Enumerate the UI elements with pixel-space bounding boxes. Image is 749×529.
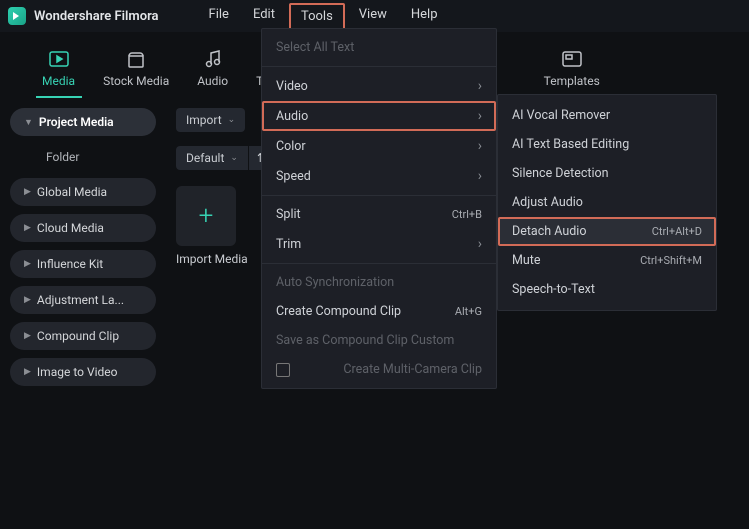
dd-shortcut: Ctrl+B — [452, 208, 482, 221]
tab-templates[interactable]: Templates — [544, 48, 600, 88]
tools-speed[interactable]: Speed — [262, 161, 496, 191]
audio-adjust[interactable]: Adjust Audio — [498, 188, 716, 217]
menu-view[interactable]: View — [349, 3, 397, 30]
default-label: Default — [186, 151, 224, 165]
sidebar-label: Project Media — [39, 115, 114, 129]
tools-save-compound: Save as Compound Clip Custom — [262, 326, 496, 355]
chevron-right-icon: ▶ — [24, 331, 31, 341]
menu-file[interactable]: File — [199, 3, 239, 30]
tab-stock[interactable]: Stock Media — [103, 48, 169, 88]
sidebar-item-influence[interactable]: ▶ Influence Kit — [10, 250, 156, 278]
dd-label: Create Compound Clip — [276, 304, 401, 319]
sidebar-label: Global Media — [37, 185, 107, 199]
chevron-right-icon: ▶ — [24, 295, 31, 305]
dd-label: Audio — [276, 109, 308, 124]
sidebar-label: Image to Video — [37, 365, 118, 379]
camera-icon — [276, 363, 290, 377]
import-card[interactable]: + — [176, 186, 236, 246]
sidebar-item-img2video[interactable]: ▶ Image to Video — [10, 358, 156, 386]
tab-media[interactable]: Media — [42, 48, 75, 88]
sidebar-project-media[interactable]: ▼ Project Media — [10, 108, 156, 136]
dd-label: Create Multi-Camera Clip — [343, 362, 482, 377]
import-label: Import — [186, 113, 222, 127]
menubar: File Edit Tools View Help — [199, 3, 448, 30]
tools-audio[interactable]: Audio — [262, 101, 496, 131]
sidebar-label: Cloud Media — [37, 221, 104, 235]
tools-multi-camera: Create Multi-Camera Clip — [262, 355, 496, 384]
menu-separator — [262, 195, 496, 196]
tab-stock-label: Stock Media — [103, 74, 169, 88]
menu-separator — [262, 263, 496, 264]
chevron-right-icon: ▶ — [24, 187, 31, 197]
audio-speech-to-text[interactable]: Speech-to-Text — [498, 275, 716, 304]
chevron-down-icon: ▼ — [24, 117, 33, 128]
sub-label: Mute — [512, 253, 541, 268]
menu-edit[interactable]: Edit — [243, 3, 285, 30]
tools-select-all-text: Select All Text — [262, 33, 496, 62]
chevron-right-icon: ▶ — [24, 223, 31, 233]
plus-icon: + — [199, 201, 214, 231]
chevron-down-icon: ⌄ — [228, 115, 236, 125]
audio-ai-text-editing[interactable]: AI Text Based Editing — [498, 130, 716, 159]
menu-help[interactable]: Help — [401, 3, 448, 30]
app-logo-icon — [8, 7, 26, 25]
chevron-right-icon: ▶ — [24, 367, 31, 377]
tools-dropdown: Select All Text Video Audio Color Speed … — [261, 28, 497, 389]
media-icon — [48, 48, 70, 70]
tab-media-label: Media — [42, 74, 75, 88]
chevron-right-icon: ▶ — [24, 259, 31, 269]
audio-mute[interactable]: Mute Ctrl+Shift+M — [498, 246, 716, 275]
sidebar-folder[interactable]: Folder — [10, 144, 156, 170]
app-title: Wondershare Filmora — [34, 9, 159, 24]
sidebar-item-cloud[interactable]: ▶ Cloud Media — [10, 214, 156, 242]
sub-shortcut: Ctrl+Shift+M — [640, 254, 702, 267]
audio-icon — [202, 48, 224, 70]
chevron-down-icon: ⌄ — [230, 153, 238, 163]
stock-icon — [125, 48, 147, 70]
sidebar-label: Influence Kit — [37, 257, 103, 271]
tools-create-compound[interactable]: Create Compound Clip Alt+G — [262, 297, 496, 326]
sidebar-label: Adjustment La... — [37, 293, 124, 307]
tools-split[interactable]: Split Ctrl+B — [262, 200, 496, 229]
dd-label: Video — [276, 79, 308, 94]
dd-label: Split — [276, 207, 301, 222]
sidebar-label: Compound Clip — [37, 329, 119, 343]
dd-label: Trim — [276, 237, 301, 252]
tab-templates-label: Templates — [544, 74, 600, 88]
menu-tools[interactable]: Tools — [289, 3, 345, 30]
sub-shortcut: Ctrl+Alt+D — [652, 225, 702, 238]
tools-video[interactable]: Video — [262, 71, 496, 101]
sidebar-item-compound[interactable]: ▶ Compound Clip — [10, 322, 156, 350]
sub-label: Detach Audio — [512, 224, 586, 239]
tab-audio-label: Audio — [197, 74, 228, 88]
audio-submenu: AI Vocal Remover AI Text Based Editing S… — [497, 94, 717, 311]
audio-silence-detection[interactable]: Silence Detection — [498, 159, 716, 188]
sort-default[interactable]: Default ⌄ — [176, 146, 248, 170]
sidebar-item-adjustment[interactable]: ▶ Adjustment La... — [10, 286, 156, 314]
dd-shortcut: Alt+G — [455, 305, 482, 318]
dd-label: Color — [276, 139, 306, 154]
audio-ai-vocal-remover[interactable]: AI Vocal Remover — [498, 101, 716, 130]
dd-label: Speed — [276, 169, 311, 184]
tools-trim[interactable]: Trim — [262, 229, 496, 259]
templates-icon — [561, 48, 583, 70]
sidebar-item-global[interactable]: ▶ Global Media — [10, 178, 156, 206]
tools-color[interactable]: Color — [262, 131, 496, 161]
menu-separator — [262, 66, 496, 67]
sidebar: ▼ Project Media Folder ▶ Global Media ▶ Cl… — [0, 96, 166, 398]
audio-detach[interactable]: Detach Audio Ctrl+Alt+D — [498, 217, 716, 246]
tab-audio[interactable]: Audio — [197, 48, 228, 88]
import-dropdown[interactable]: Import ⌄ — [176, 108, 245, 132]
tools-auto-sync: Auto Synchronization — [262, 268, 496, 297]
